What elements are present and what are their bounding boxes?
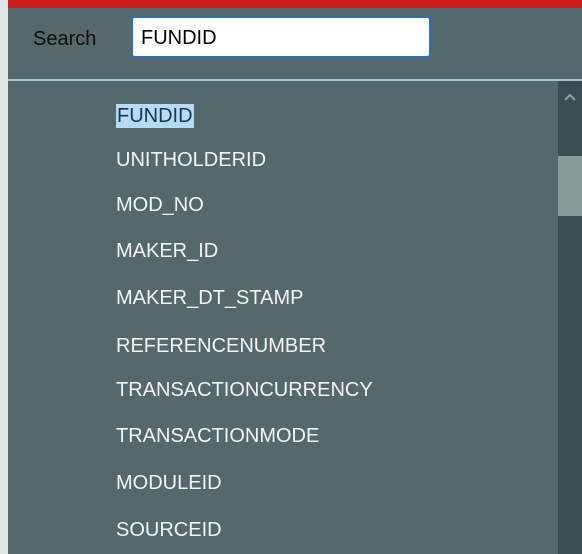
top-accent-bar bbox=[8, 0, 582, 8]
search-label: Search bbox=[33, 28, 97, 50]
list-item-label: MOD_NO bbox=[116, 194, 204, 216]
list-item-label: SOURCEID bbox=[116, 519, 222, 541]
list-item-label: MAKER_DT_STAMP bbox=[116, 287, 304, 309]
list-item-label: FUNDID bbox=[116, 104, 194, 128]
list-item[interactable]: SOURCEID bbox=[116, 515, 222, 545]
list-item-label: REFERENCENUMBER bbox=[116, 335, 327, 357]
scroll-thumb[interactable] bbox=[558, 156, 582, 216]
list-item[interactable]: MAKER_DT_STAMP bbox=[116, 283, 303, 313]
left-border bbox=[0, 0, 8, 554]
list-item-label: MODULEID bbox=[116, 472, 222, 494]
list-item-label: MAKER_ID bbox=[116, 240, 219, 262]
search-input[interactable] bbox=[131, 16, 431, 58]
list-item-label: TRANSACTIONMODE bbox=[116, 425, 320, 447]
search-area: Search bbox=[8, 8, 582, 79]
list-item-label: TRANSACTIONCURRENCY bbox=[116, 379, 373, 401]
chevron-up-icon bbox=[564, 93, 576, 101]
list-item-label: UNITHOLDERID bbox=[116, 149, 267, 171]
field-picker-panel: Search FUNDID UNITHOLDERID MOD_NO MAKER_… bbox=[0, 0, 582, 554]
list-item[interactable]: MAKER_ID bbox=[116, 236, 218, 266]
list-item[interactable]: REFERENCENUMBER bbox=[116, 331, 326, 361]
list-item[interactable]: UNITHOLDERID bbox=[116, 145, 266, 175]
list-item[interactable]: TRANSACTIONCURRENCY bbox=[116, 375, 373, 405]
list-item[interactable]: MOD_NO bbox=[116, 190, 204, 220]
list-item[interactable]: TRANSACTIONMODE bbox=[116, 421, 319, 451]
field-list: FUNDID UNITHOLDERID MOD_NO MAKER_ID MAKE… bbox=[8, 81, 558, 554]
list-item[interactable]: FUNDID bbox=[116, 101, 194, 131]
vertical-scrollbar[interactable] bbox=[558, 81, 582, 554]
list-item[interactable]: MODULEID bbox=[116, 468, 222, 498]
scroll-up-button[interactable] bbox=[558, 81, 582, 113]
